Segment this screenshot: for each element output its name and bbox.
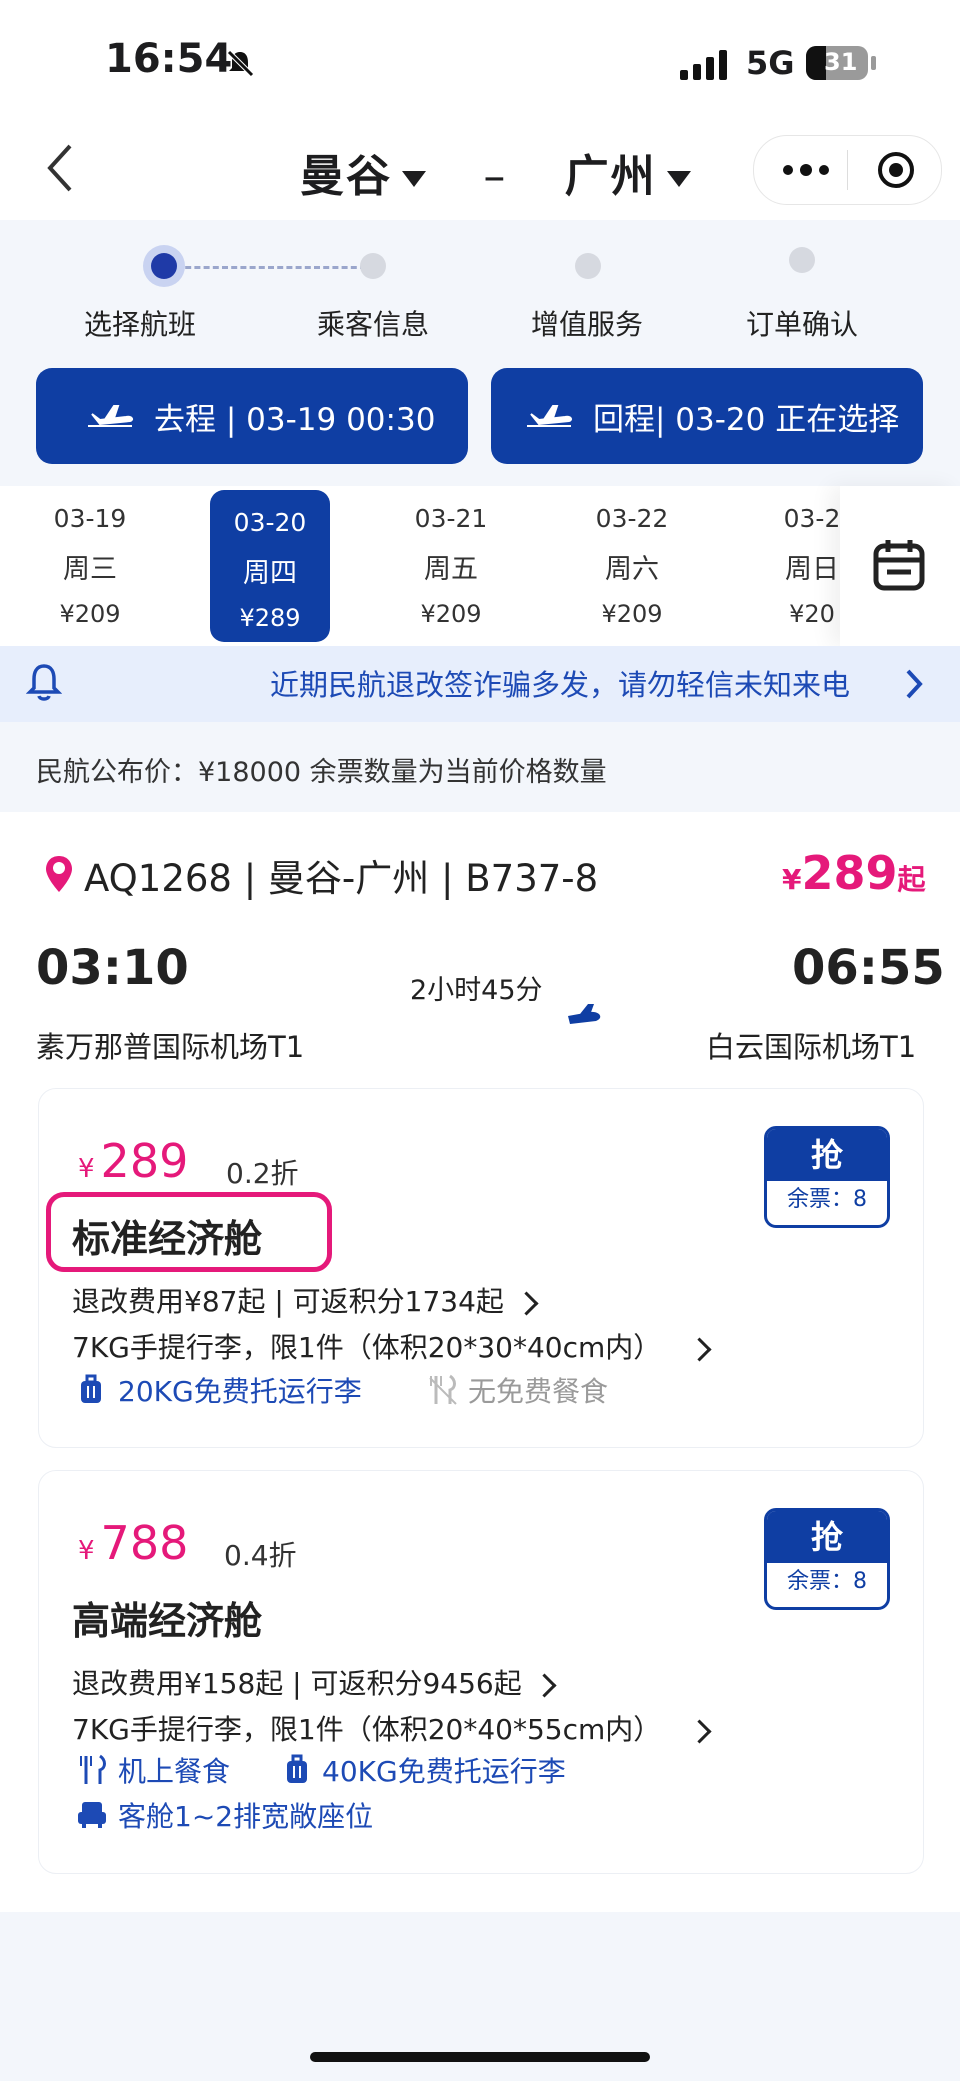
status-time: 16:54 [105,36,233,82]
signal-icon [680,50,727,80]
close-miniapp-icon[interactable] [876,150,916,190]
step-label: 选择航班 [83,308,196,341]
flight-lowest-price: ¥289起 [782,846,926,900]
seat-info: 客舱1~2排宽敞座位 [118,1800,374,1833]
step-dot [789,247,815,273]
battery-icon: 31 [806,46,868,80]
published-price-text: 民航公布价：¥18000 余票数量为当前价格数量 [36,757,607,788]
progress-dash [176,266,366,269]
notice-text: 近期民航退改签诈骗多发，请勿轻信未知来电 [270,668,851,702]
network-label: 5G [746,44,795,82]
date-item-selected[interactable]: 03-20 周四 ¥289 [210,490,330,642]
arrive-time: 06:55 [792,940,945,996]
status-bar: 16:54 5G 31 [0,0,960,120]
refund-info[interactable]: 退改费用¥158起 | 可返积分9456起 [72,1662,557,1702]
step-label: 订单确认 [745,308,858,341]
flight-path-arrow-icon [358,1004,601,1024]
more-icon[interactable] [782,160,830,180]
return-trip-button[interactable]: 回程| 03-20 正在选择 [491,368,923,464]
cabin-name: 高端经济舱 [72,1599,263,1643]
no-meal-icon [429,1374,457,1405]
meal-info: 机上餐食 [118,1755,231,1788]
depart-time: 03:10 [36,940,189,996]
grab-ticket-button[interactable]: 抢 余票：8 [764,1126,890,1228]
flight-info: AQ1268 | 曼谷-广州 | B737-8 [84,857,599,900]
carry-on-info[interactable]: 7KG手提行李，限1件（体积20*40*55cm内） [72,1708,712,1748]
date-selector: 03-19 周三 ¥209 03-20 周四 ¥289 03-21 周五 ¥209 03-2… [0,486,960,646]
route-separator: – [483,151,508,202]
carry-on-info[interactable]: 7KG手提行李，限1件（体积20*30*40cm内） [72,1326,712,1366]
date-item[interactable]: 03-19 周三 ¥209 [30,486,150,636]
step-label: 乘客信息 [316,308,429,341]
date-item[interactable]: 03-22 周六 ¥209 [572,486,692,636]
miniapp-capsule [753,135,942,205]
return-trip-label: 回程| 03-20 正在选择 [593,401,900,438]
to-city[interactable]: 广州 [565,151,657,202]
back-arrow-icon[interactable] [40,138,80,198]
outbound-trip-label: 去程 | 03-19 00:30 [154,401,436,438]
seat-icon [78,1802,106,1828]
meal-icon [80,1754,106,1784]
checked-baggage: 20KG免费托运行李 [118,1375,362,1408]
cabin-price: ¥289 [78,1134,189,1188]
cabin-price: ¥788 [78,1516,189,1570]
cabin-discount: 0.2折 [226,1157,299,1190]
step-dot-active [151,253,177,279]
caret-down-icon[interactable] [402,171,426,187]
calendar-icon [873,540,925,591]
mute-bell-icon [227,50,254,77]
caret-down-icon[interactable] [666,171,691,187]
from-city[interactable]: 曼谷 [300,151,392,202]
step-dot [360,253,386,279]
step-dot [575,253,601,279]
airline-logo-icon [46,856,72,892]
depart-airport: 素万那普国际机场T1 [36,1030,305,1064]
plane-icon [88,405,134,427]
highlight-box [46,1192,332,1272]
route-selector: 曼谷 – 广州 [300,140,691,204]
arrive-airport: 白云国际机场T1 [706,1030,917,1064]
grab-ticket-button[interactable]: 抢 余票：8 [764,1508,890,1610]
cabin-discount: 0.4折 [224,1539,297,1572]
checked-baggage: 40KG免费托运行李 [322,1755,566,1788]
step-label: 增值服务 [530,308,643,341]
plane-icon [527,405,573,427]
luggage-icon [81,1374,101,1403]
calendar-button[interactable] [840,486,960,646]
luggage-icon [287,1754,307,1783]
published-price-row: 民航公布价：¥18000 余票数量为当前价格数量 [0,722,960,812]
date-item[interactable]: 03-21 周五 ¥209 [391,486,511,636]
chevron-right-icon[interactable] [904,668,924,700]
meal-info: 无免费餐食 [468,1375,609,1408]
chevron-right-icon [687,1718,712,1744]
home-indicator[interactable] [310,2052,650,2062]
chevron-right-icon [514,1290,539,1316]
chevron-right-icon [532,1672,557,1698]
bell-icon [26,664,62,701]
outbound-trip-button[interactable]: 去程 | 03-19 00:30 [36,368,468,464]
chevron-right-icon [687,1336,712,1362]
refund-info[interactable]: 退改费用¥87起 | 可返积分1734起 [72,1280,539,1320]
